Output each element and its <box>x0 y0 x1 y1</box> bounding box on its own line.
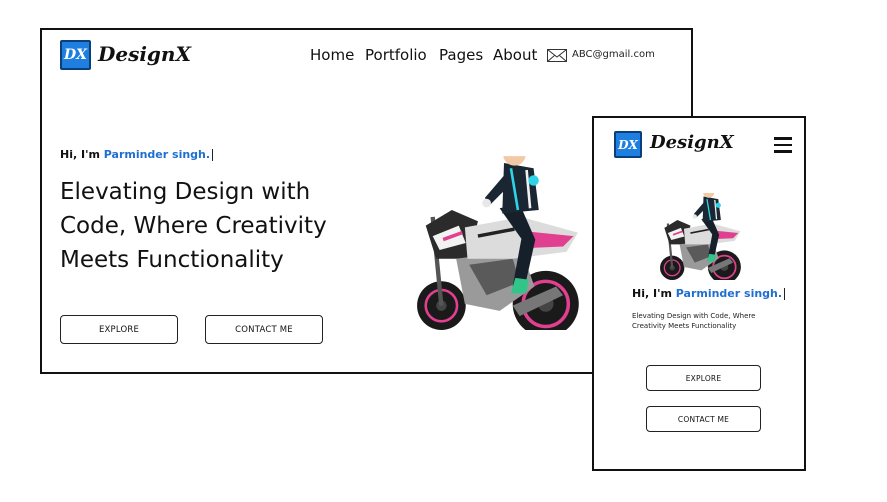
hero-greeting: Hi, I'm Parminder singh. <box>60 148 214 161</box>
greeting-text: Hi, I'm <box>60 148 104 161</box>
hamburger-menu-icon[interactable] <box>774 137 792 153</box>
hero-headline: Elevating Design with Code, Where Creati… <box>60 175 360 277</box>
headline-line: Meets Functionality <box>60 247 284 273</box>
nav-pages[interactable]: Pages <box>439 46 483 64</box>
logo-text[interactable]: DesignX <box>650 132 734 153</box>
logo-badge[interactable]: DX <box>60 40 91 70</box>
nav-home[interactable]: Home <box>310 46 354 64</box>
mobile-contact-button[interactable]: CONTACT ME <box>646 406 761 432</box>
logo-badge[interactable]: DX <box>614 131 642 158</box>
mobile-description: Elevating Design with Code, Where Creati… <box>632 312 756 330</box>
greeting-text: Hi, I'm <box>632 287 676 300</box>
email-link[interactable]: ABC@gmail.com <box>572 49 655 60</box>
mobile-name: Parminder singh. <box>675 287 783 300</box>
motorcycle-rider-illustration <box>656 180 751 280</box>
typing-cursor <box>784 288 786 300</box>
mobile-explore-button[interactable]: EXPLORE <box>646 365 761 391</box>
explore-button[interactable]: EXPLORE <box>60 315 178 344</box>
hero-name: Parminder singh. <box>103 148 211 161</box>
headline-line: Code, Where Creativity <box>60 213 327 239</box>
contact-button[interactable]: CONTACT ME <box>205 315 323 344</box>
mail-icon[interactable] <box>547 49 567 62</box>
motorcycle-rider-illustration <box>404 130 604 330</box>
nav-portfolio[interactable]: Portfolio <box>365 46 427 64</box>
typing-cursor <box>212 149 214 161</box>
nav-about[interactable]: About <box>493 46 537 64</box>
mobile-preview: DX DesignX Hi, I'm Parminder singh. Elev… <box>592 116 806 471</box>
headline-line: Elevating Design with <box>60 179 311 205</box>
mobile-greeting: Hi, I'm Parminder singh. <box>632 287 786 300</box>
logo-text[interactable]: DesignX <box>98 42 191 66</box>
